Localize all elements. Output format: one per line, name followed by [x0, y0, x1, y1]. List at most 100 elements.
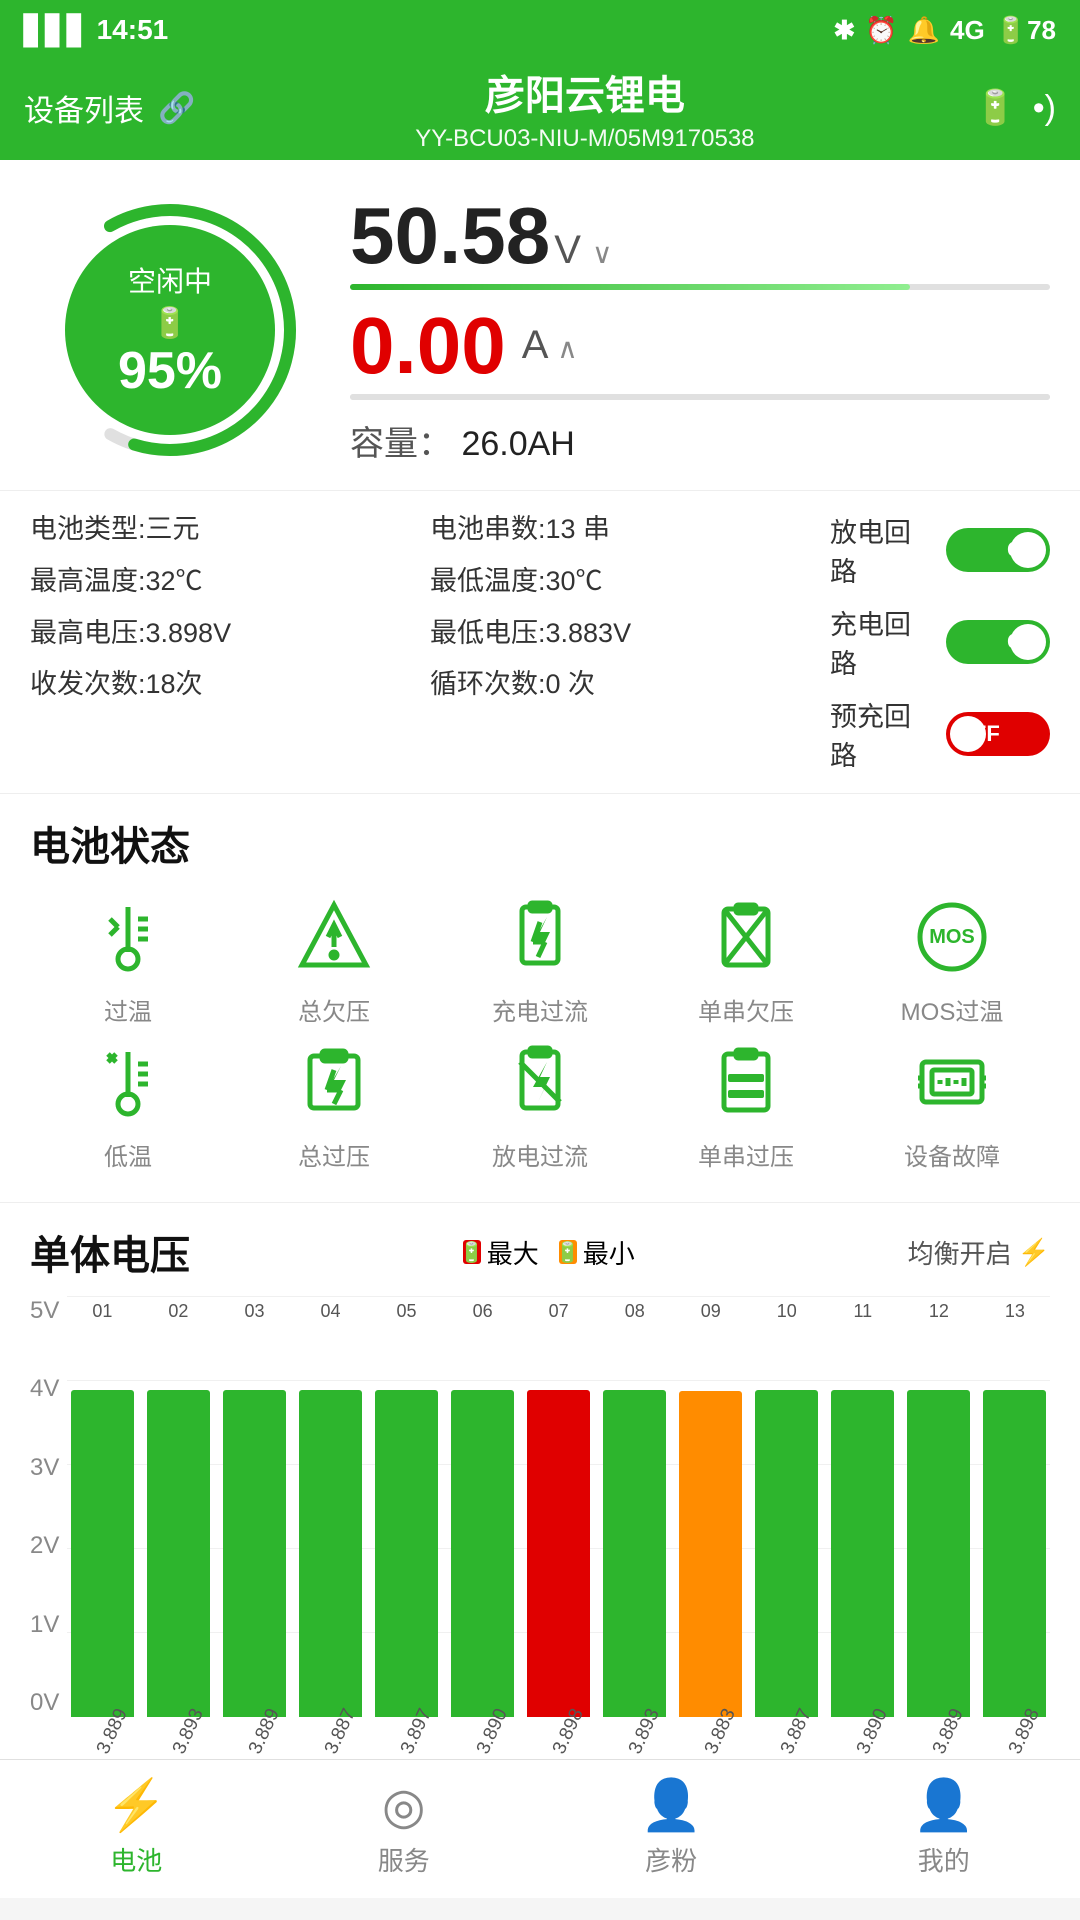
bar-item-03: 03 — [219, 1297, 289, 1717]
status-left: ▋▋▋ 14:51 — [24, 14, 168, 47]
status-icon-item-overTemp: 过温 — [30, 892, 226, 1027]
voltage-label-wrap: 3.890 — [448, 1723, 518, 1749]
current-value: 0.00 — [350, 306, 506, 386]
cellOverVoltage-icon — [701, 1037, 791, 1127]
series-count: 电池串数:13 串 — [430, 511, 830, 549]
header-left: 设备列表 🔗 — [24, 86, 195, 130]
bar-fill-06 — [451, 1390, 514, 1717]
bar-num-08: 08 — [625, 1301, 645, 1322]
toggle-row-2: 预充回路 OFF — [830, 695, 1050, 773]
bar-num-12: 12 — [929, 1301, 949, 1322]
svg-text:MOS: MOS — [929, 926, 975, 948]
y-axis-label: 5V — [30, 1297, 59, 1325]
status-icon-item-dischargeOverCurrent: 放电过流 — [442, 1037, 638, 1172]
deviceFault-icon — [907, 1037, 997, 1127]
status-icon-item-cellOverVoltage: 单串过压 — [648, 1037, 844, 1172]
toggle-btn-1[interactable]: ON — [946, 620, 1050, 664]
bar-fill-01 — [71, 1390, 134, 1717]
bar-item-12: 12 — [904, 1297, 974, 1717]
toggle-label-1: 充电回路 — [830, 603, 932, 681]
bluetooth-icon: ✱ — [833, 15, 855, 46]
bar-fill-04 — [299, 1390, 362, 1717]
voltage-unit: V ∨ — [554, 228, 612, 273]
y-axis-label: 0V — [30, 1689, 59, 1717]
bar-num-10: 10 — [777, 1301, 797, 1322]
battery-status-icon: 🔋 — [974, 88, 1016, 128]
menu-icon[interactable]: •) — [1033, 89, 1056, 128]
tx-count: 收发次数:18次 — [30, 666, 430, 704]
bar-item-07: 07 — [524, 1297, 594, 1717]
balance-label: 均衡开启 — [908, 1234, 1012, 1271]
voltage-label-wrap: 3.898 — [524, 1723, 594, 1749]
toggle-btn-0[interactable]: ON — [946, 528, 1050, 572]
gauge-status: 空闲中 — [128, 260, 212, 300]
nav-label-service: 服务 — [378, 1841, 430, 1878]
bar-num-09: 09 — [701, 1301, 721, 1322]
y-axis-label: 1V — [30, 1611, 59, 1639]
bar-fill-08 — [603, 1390, 666, 1717]
bar-fill-11 — [831, 1390, 894, 1717]
bar-num-04: 04 — [321, 1301, 341, 1322]
toggle-label-2: 预充回路 — [830, 695, 932, 773]
toggle-row-1: 充电回路 ON — [830, 603, 1050, 681]
bar-fill-13 — [983, 1390, 1046, 1717]
current-bar — [350, 394, 1050, 400]
status-icon-item-mosOverTemp: MOS MOS过温 — [854, 892, 1050, 1027]
gauge-battery-icon: 🔋 — [151, 306, 188, 341]
mosOverTemp-label: MOS过温 — [901, 992, 1004, 1027]
voltage-label-wrap: 3.889 — [67, 1723, 137, 1749]
info-col-left: 电池类型:三元 最高温度:32℃ 最高电压:3.898V 收发次数:18次 — [30, 511, 430, 773]
capacity-value: 26.0AH — [461, 425, 574, 463]
bar-item-05: 05 — [372, 1297, 442, 1717]
voltage-labels-row: 3.8893.8933.8893.8873.8973.8903.8983.893… — [67, 1723, 1050, 1749]
toggle-knob-2 — [950, 716, 986, 752]
nav-icon-mine: 👤 — [913, 1776, 975, 1835]
bell-icon: 🔔 — [908, 15, 940, 46]
bar-item-08: 08 — [600, 1297, 670, 1717]
overTemp-icon — [83, 892, 173, 982]
legend-max-label: 最大 — [487, 1234, 539, 1271]
nav-icon-fans: 👤 — [640, 1776, 702, 1835]
battery-state-section: 电池状态 过温 总欠压 充电过流 — [0, 793, 1080, 1202]
bar-num-05: 05 — [397, 1301, 417, 1322]
status-icons-grid: 过温 总欠压 充电过流 单串欠压 MOS — [30, 892, 1050, 1172]
voltage-label-wrap: 3.898 — [980, 1723, 1050, 1749]
bar-item-11: 11 — [828, 1297, 898, 1717]
bar-num-06: 06 — [473, 1301, 493, 1322]
bar-item-06: 06 — [448, 1297, 518, 1717]
bar-item-13: 13 — [980, 1297, 1050, 1717]
cell-voltage-section: 单体电压 🔋 最大 🔋 最小 均衡开启 ⚡ 5V4V3V2V1V0V — [0, 1202, 1080, 1759]
cellUnderVoltage-label: 单串欠压 — [698, 992, 794, 1027]
bars-row: 01 02 03 04 05 06 07 08 09 10 11 12 13 — [67, 1297, 1050, 1717]
bar-fill-09 — [679, 1391, 742, 1717]
nav-item-battery[interactable]: ⚡ 电池 — [105, 1776, 167, 1878]
voltage-label-wrap: 3.893 — [143, 1723, 213, 1749]
voltage-bar — [350, 284, 1050, 290]
nav-item-service[interactable]: ◎ 服务 — [378, 1777, 430, 1878]
device-list-link[interactable]: 设备列表 — [24, 86, 144, 130]
status-icon-item-deviceFault: 设备故障 — [854, 1037, 1050, 1172]
nav-item-fans[interactable]: 👤 彦粉 — [640, 1776, 702, 1878]
toggle-btn-2[interactable]: OFF — [946, 712, 1050, 756]
battery-type: 电池类型:三元 — [30, 511, 430, 549]
time: 14:51 — [97, 14, 169, 46]
status-icon-item-lowTemp: 低温 — [30, 1037, 226, 1172]
status-icon-item-overVoltage: 总过压 — [236, 1037, 432, 1172]
max-voltage: 最高电压:3.898V — [30, 615, 430, 653]
bar-num-02: 02 — [168, 1301, 188, 1322]
top-section: 空闲中 🔋 95% 50.58 V ∨ 0.00 A ∧ 容量： — [0, 160, 1080, 490]
battery-icon: 🔋78 — [995, 15, 1056, 46]
bar-num-01: 01 — [92, 1301, 112, 1322]
max-temp: 最高温度:32℃ — [30, 563, 430, 601]
capacity-row: 容量： 26.0AH — [350, 416, 1050, 465]
nav-item-mine[interactable]: 👤 我的 — [913, 1776, 975, 1878]
cellUnderVoltage-icon — [701, 892, 791, 982]
voltage-label-wrap: 3.897 — [372, 1723, 442, 1749]
y-axis-label: 3V — [30, 1454, 59, 1482]
gauge-center: 空闲中 🔋 95% — [65, 225, 275, 435]
toggle-label-0: 放电回路 — [830, 511, 932, 589]
status-icon-item-cellUnderVoltage: 单串欠压 — [648, 892, 844, 1027]
info-col-mid: 电池串数:13 串 最低温度:30℃ 最低电压:3.883V 循环次数:0 次 — [430, 511, 830, 773]
4g-icon: 4G — [950, 15, 985, 46]
voltage-label-wrap: 3.887 — [296, 1723, 366, 1749]
